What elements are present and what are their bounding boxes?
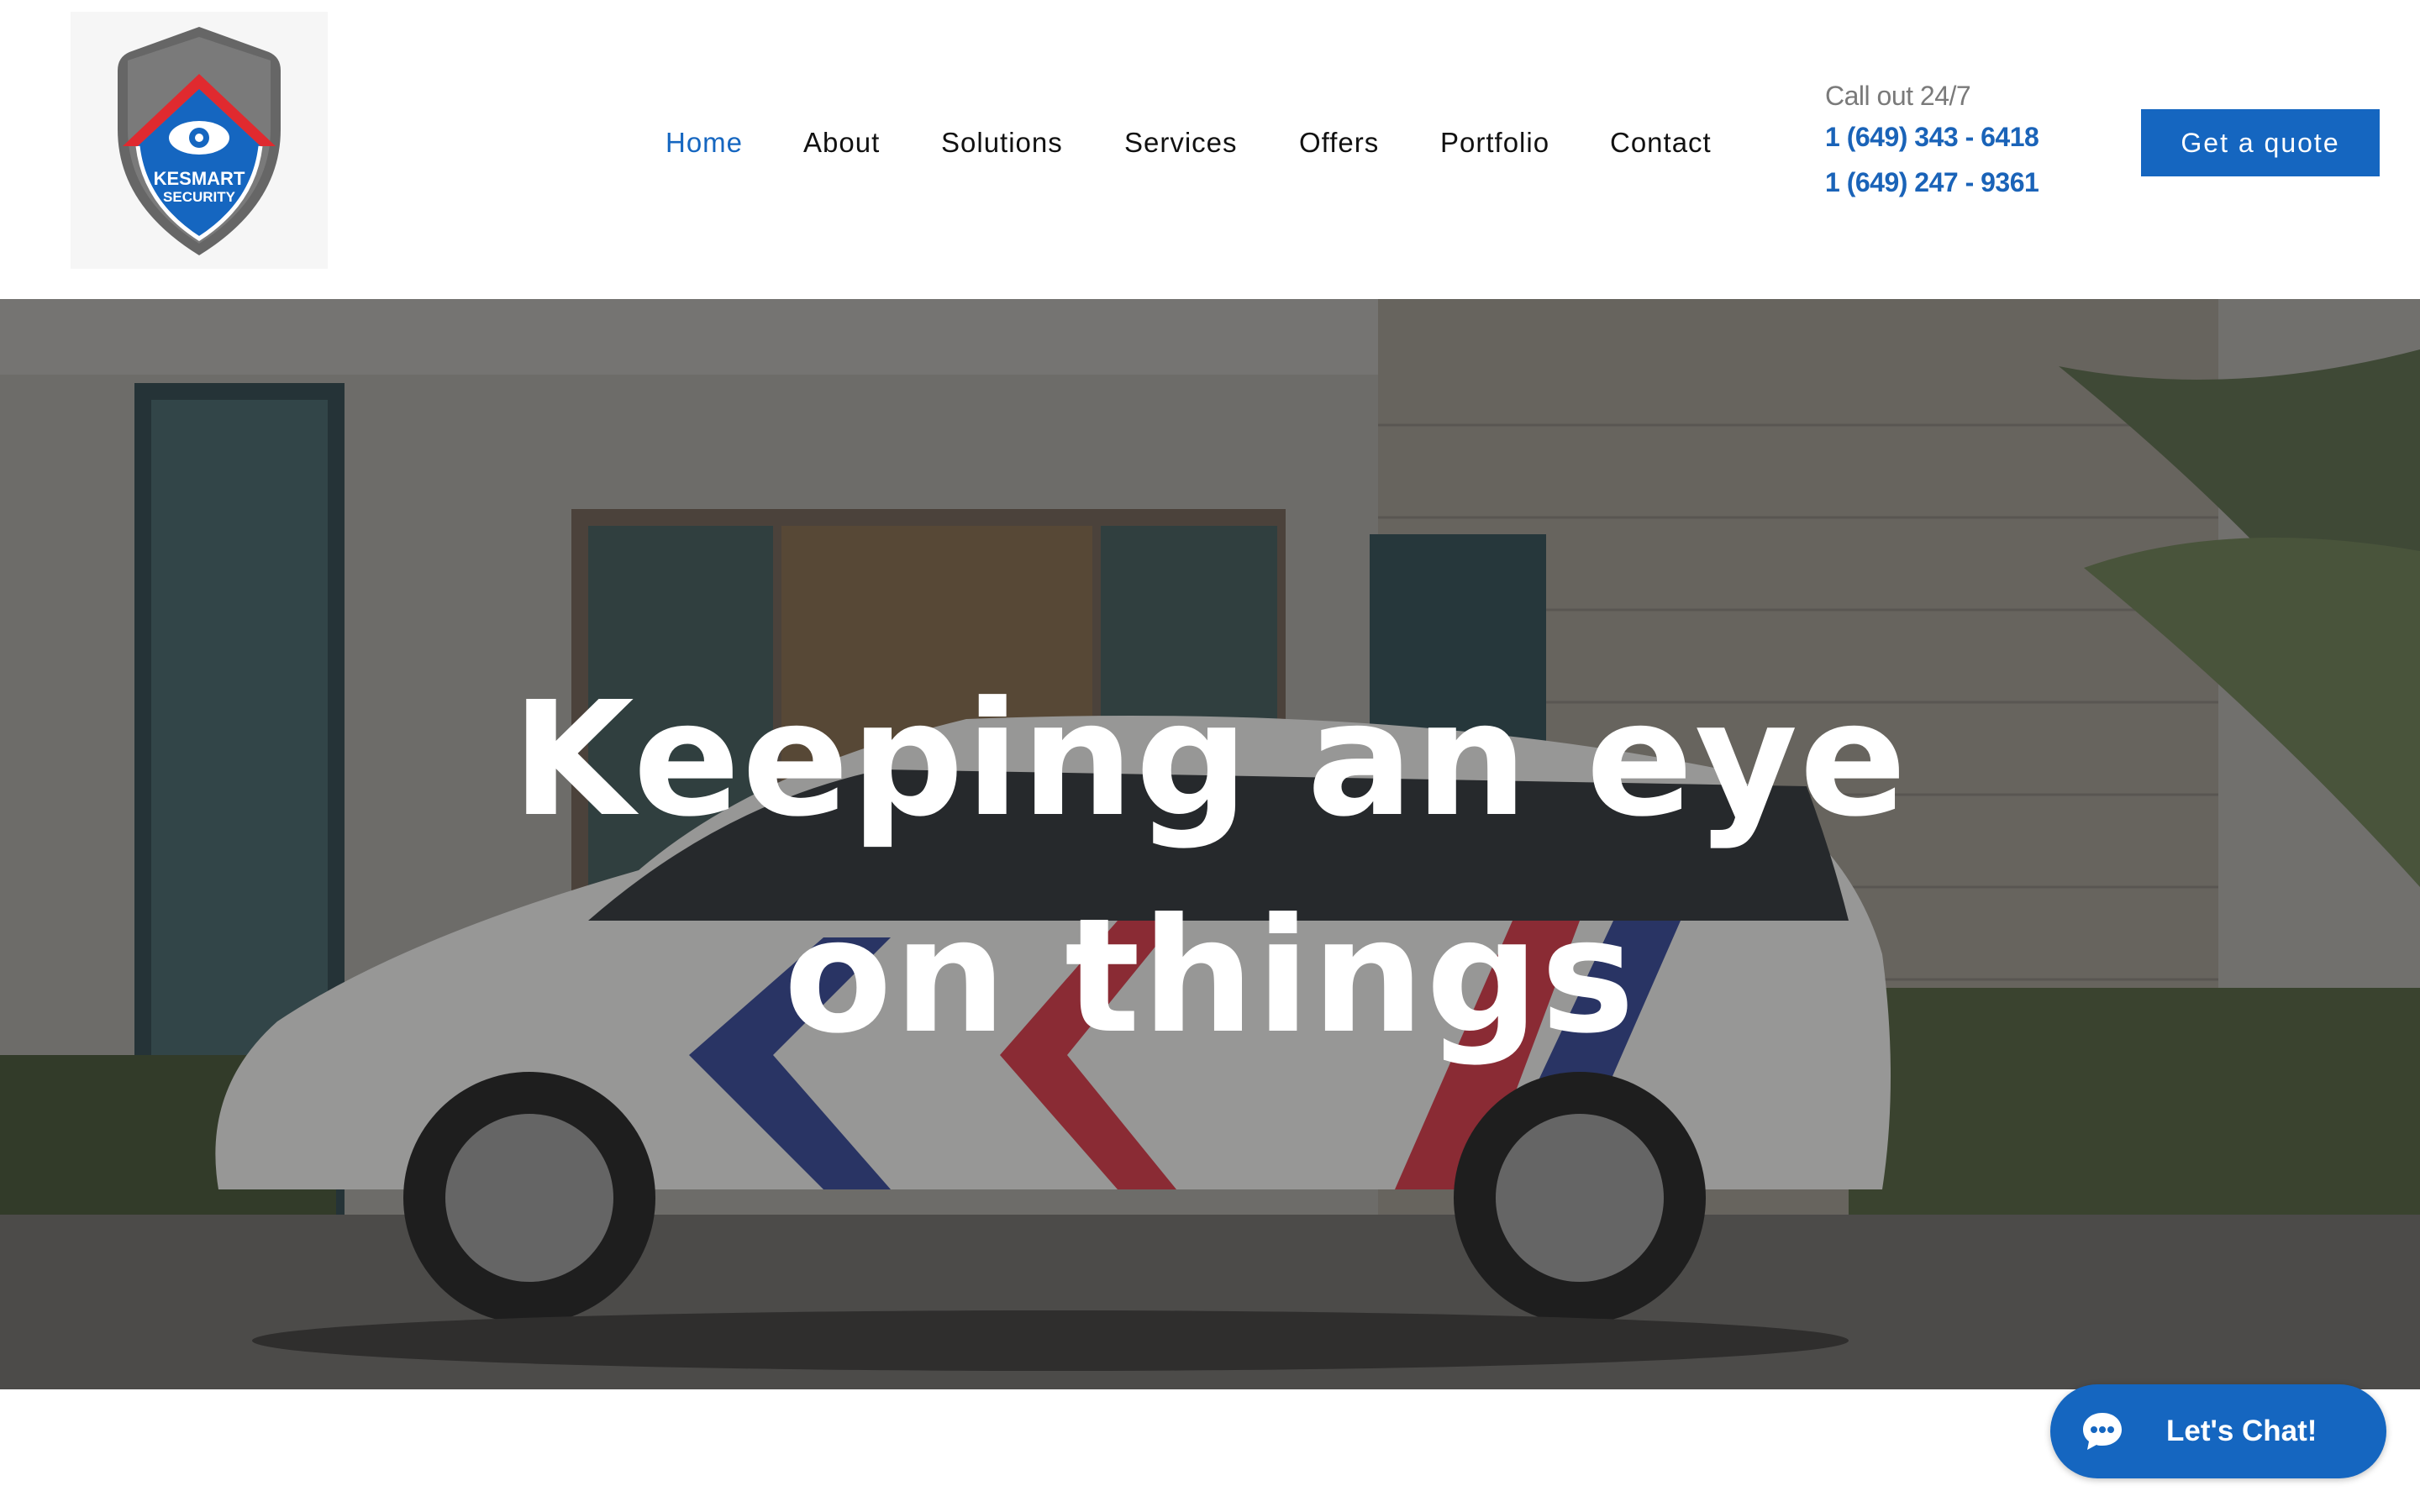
call-out-block: Call out 24/7 1 (649) 343 - 6418 1 (649)… <box>1825 77 2102 205</box>
logo-text-line2: SECURITY <box>163 189 236 205</box>
hero-headline-line1: Keeping an eye <box>512 668 1908 852</box>
logo-text-line1: KESMART <box>154 168 245 189</box>
nav-portfolio[interactable]: Portfolio <box>1440 118 1549 168</box>
shield-logo-icon: KESMART SECURITY <box>118 27 281 255</box>
chat-bubble-icon <box>2083 1413 2122 1450</box>
nav-contact[interactable]: Contact <box>1610 118 1712 168</box>
hero-headline: Keeping an eye on things <box>0 652 2420 1085</box>
nav-home[interactable]: Home <box>666 118 743 168</box>
get-a-quote-button[interactable]: Get a quote <box>2141 109 2380 176</box>
lets-chat-button[interactable]: Let's Chat! <box>2050 1384 2386 1478</box>
hero-section: Keeping an eye on things <box>0 299 2420 1389</box>
phone-link-2[interactable]: 1 (649) 247 - 9361 <box>1825 160 2102 205</box>
nav-about[interactable]: About <box>803 118 880 168</box>
nav-solutions[interactable]: Solutions <box>941 118 1063 168</box>
chat-label: Let's Chat! <box>2166 1415 2317 1447</box>
call-out-title: Call out 24/7 <box>1825 81 1971 111</box>
site-header: KESMART SECURITY Home About Solutions Se… <box>0 0 2420 299</box>
phone-link-1[interactable]: 1 (649) 343 - 6418 <box>1825 114 2102 160</box>
hero-headline-line2: on things <box>783 885 1637 1068</box>
nav-services[interactable]: Services <box>1124 118 1238 168</box>
kesmart-logo[interactable]: KESMART SECURITY <box>71 12 328 269</box>
nav-offers[interactable]: Offers <box>1299 118 1379 168</box>
